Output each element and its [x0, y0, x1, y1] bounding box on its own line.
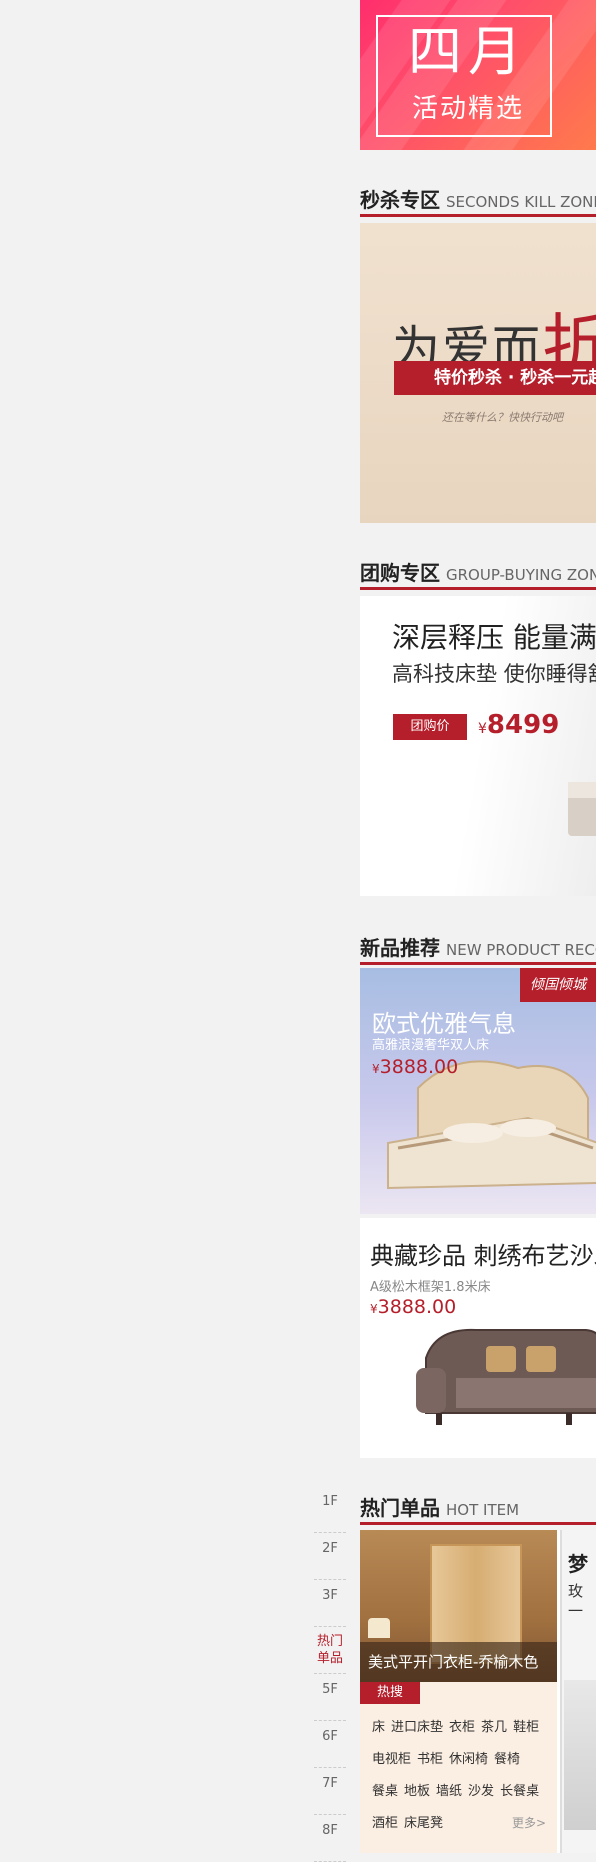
new-product-section-header: 新品推荐 NEW PRODUCT RECOMMEND [360, 932, 596, 965]
lamp-shape [368, 1618, 390, 1638]
floor-nav-3f[interactable]: 3F [314, 1580, 346, 1627]
keyword-link[interactable]: 床 [372, 1718, 385, 1738]
keyword-link[interactable]: 餐桌 [372, 1782, 398, 1802]
hot-item-title-en: HOT ITEM [446, 1501, 520, 1519]
keyword-link[interactable]: 墙纸 [436, 1782, 462, 1802]
secondary-title: 梦 [568, 1552, 588, 1576]
seckill-hint: 还在等什么？快快行动吧 [442, 411, 563, 424]
hot-item-secondary[interactable]: 梦 玫 一 [560, 1530, 596, 1853]
floor-nav-1f[interactable]: 1F [314, 1486, 346, 1533]
keyword-link[interactable]: 地板 [404, 1782, 430, 1802]
more-link[interactable]: 更多> [512, 1814, 546, 1831]
floor-nav-6f[interactable]: 6F [314, 1721, 346, 1768]
keyword-link[interactable]: 床尾凳 [404, 1814, 443, 1834]
new-product-sofa-card[interactable]: 典藏珍品 刺绣布艺沙发 A级松木框架1.8米床 ¥3888.00 [360, 1218, 596, 1458]
keyword-link[interactable]: 书柜 [417, 1750, 443, 1770]
keyword-link[interactable]: 电视柜 [372, 1750, 411, 1770]
floor-nav: 1F 2F 3F 热门 单品 5F 6F 7F 8F [314, 1486, 346, 1862]
floor-nav-hot-item[interactable]: 热门 单品 [314, 1627, 346, 1674]
secondary-sub: 玫 [568, 1582, 584, 1600]
secondary-sub-2: 一 [568, 1602, 584, 1620]
floor-nav-7f[interactable]: 7F [314, 1768, 346, 1815]
keyword-link[interactable]: 衣柜 [449, 1718, 475, 1738]
hot-item-main: 美式平开门衣柜-乔榆木色 热搜 床进口床垫 衣柜 茶几 鞋柜 电视柜 书柜 休闲椅 餐椅 餐… [360, 1530, 557, 1853]
hot-item-title: 热门单品 [360, 1496, 440, 1520]
seckill-title-en: SECONDS KILL ZONE [446, 193, 596, 211]
group-price: ¥8499 [478, 710, 560, 740]
group-headline: 深层释压 能量满满 [392, 621, 596, 654]
seckill-title: 秒杀专区 [360, 188, 440, 212]
hot-item-panel: 美式平开门衣柜-乔榆木色 热搜 床进口床垫 衣柜 茶几 鞋柜 电视柜 书柜 休闲椅 餐椅 餐… [360, 1530, 596, 1853]
hot-item-caption: 美式平开门衣柜-乔榆木色 [360, 1642, 557, 1682]
keyword-link[interactable]: 休闲椅 [449, 1750, 488, 1770]
group-price-tag: 团购价 [393, 714, 467, 740]
group-subline: 高科技床垫 使你睡得舒适 [392, 662, 596, 686]
sofa-image [416, 1328, 596, 1425]
floor-nav-2f[interactable]: 2F [314, 1533, 346, 1580]
keyword-link[interactable]: 茶几 [481, 1718, 507, 1738]
hot-item-section-header: 热门单品 HOT ITEM [360, 1492, 596, 1525]
sofa-subline: A级松木框架1.8米床 [370, 1280, 491, 1295]
promo-subtitle: 活动精选 [412, 94, 525, 124]
keyword-link[interactable]: 酒柜 [372, 1814, 398, 1834]
keyword-link[interactable]: 进口床垫 [391, 1718, 443, 1738]
group-title-en: GROUP-BUYING ZONE [446, 566, 596, 584]
new-product-ribbon: 倾国倾城 [520, 968, 596, 1002]
bed-price: ¥3888.00 [372, 1056, 459, 1078]
keyword-link[interactable]: 沙发 [468, 1782, 494, 1802]
wardrobe-image[interactable]: 美式平开门衣柜-乔榆木色 [360, 1530, 557, 1682]
promo-title: 四月 [408, 20, 528, 83]
sofa-price: ¥3888.00 [370, 1296, 457, 1318]
secondary-image [564, 1680, 596, 1830]
seckill-banner[interactable]: 为爱而折 特价秒杀 · 秒杀一元起 还在等什么？快快行动吧 [360, 223, 596, 523]
floor-nav-5f[interactable]: 5F [314, 1674, 346, 1721]
floor-nav-8f[interactable]: 8F [314, 1815, 346, 1862]
new-product-title: 新品推荐 [360, 936, 440, 960]
hot-search-tag: 热搜 [360, 1682, 420, 1704]
mattress-image [568, 782, 596, 836]
keyword-link[interactable]: 餐椅 [494, 1750, 520, 1770]
group-section-header: 团购专区 GROUP-BUYING ZONE [360, 557, 596, 590]
keyword-link[interactable]: 长餐桌 [500, 1782, 539, 1802]
keyword-link[interactable]: 鞋柜 [513, 1718, 539, 1738]
new-product-title-en: NEW PRODUCT RECOMMEND [446, 941, 596, 959]
bed-subline: 高雅浪漫奢华双人床 [372, 1038, 490, 1053]
april-promo-banner[interactable]: 四月 活动精选 [360, 0, 596, 150]
new-product-bed-card[interactable]: 倾国倾城 欧式优雅气息 高雅浪漫奢华双人床 ¥3888.00 [360, 968, 596, 1214]
seckill-bar: 特价秒杀 · 秒杀一元起 [394, 361, 596, 395]
group-title: 团购专区 [360, 561, 440, 585]
seckill-section-header: 秒杀专区 SECONDS KILL ZONE [360, 184, 596, 217]
group-buying-banner[interactable]: 深层释压 能量满满 高科技床垫 使你睡得舒适 团购价 ¥8499 [360, 596, 596, 896]
sofa-headline: 典藏珍品 刺绣布艺沙发 [370, 1242, 596, 1270]
